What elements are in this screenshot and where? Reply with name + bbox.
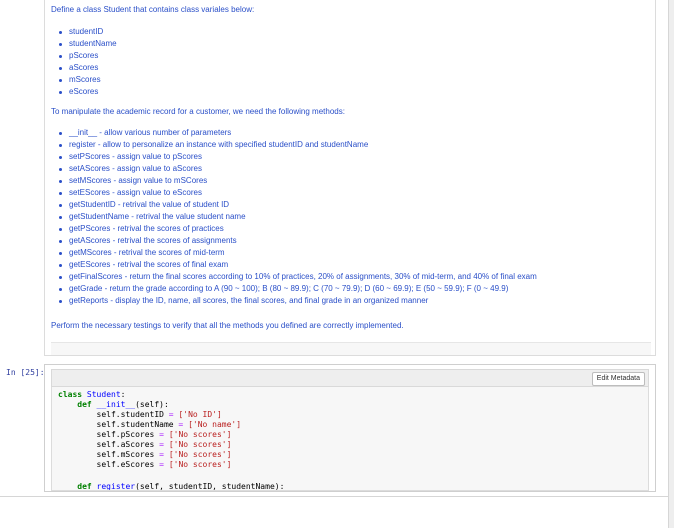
markdown-content: Define a class Student that contains cla… [51, 0, 651, 340]
list-item: mScores [51, 74, 117, 86]
markdown-cell[interactable]: Define a class Student that contains cla… [44, 0, 656, 356]
code-line: class Student: [58, 390, 125, 400]
code-line: def __init__(self): [58, 400, 169, 410]
assign-target: self.studentName [96, 420, 174, 429]
methods-list: __init__ - allow various number of param… [51, 127, 537, 307]
keyword: class [58, 390, 83, 399]
string-literal: ['No scores'] [168, 430, 232, 439]
punctuation: : [120, 390, 126, 399]
string-literal: ['No scores'] [168, 440, 232, 449]
list-item: getGrade - return the grade according to… [51, 283, 537, 295]
list-item: aScores [51, 62, 117, 74]
keyword: def [77, 482, 92, 491]
list-item: register - allow to personalize an insta… [51, 139, 537, 151]
assign-target: self.mScores [96, 450, 155, 459]
list-item: setEScores - assign value to eScores [51, 187, 537, 199]
assign-target: self.pScores [96, 430, 155, 439]
list-item: getAScores - retrival the scores of assi… [51, 235, 537, 247]
methods-intro-text: To manipulate the academic record for a … [51, 107, 345, 116]
assign-target: self.studentID [96, 410, 164, 419]
string-literal: ['No scores'] [168, 460, 232, 469]
operator: = [178, 420, 184, 429]
function-name: __init__ [96, 400, 136, 409]
code-line: self.aScores = ['No scores'] [58, 440, 232, 450]
scrollbar[interactable] [668, 0, 674, 528]
string-literal: ['No scores'] [168, 450, 232, 459]
code-line: self.studentID = ['No ID'] [58, 410, 222, 420]
list-item: getStudentName - retrival the value stud… [51, 211, 537, 223]
list-item: setMScores - assign value to mSCores [51, 175, 537, 187]
list-item: getMScores - retrival the scores of mid-… [51, 247, 537, 259]
list-item: getPScores - retrival the scores of prac… [51, 223, 537, 235]
list-item: getEScores - retrival the scores of fina… [51, 259, 537, 271]
markdown-cell-footer [51, 342, 651, 355]
function-name: register [96, 482, 136, 491]
list-item: getFinalScores - return the final scores… [51, 271, 537, 283]
footer-text: Perform the necessary testings to verify… [51, 321, 404, 330]
input-prompt: In [25]: [6, 368, 45, 377]
notebook-page: Define a class Student that contains cla… [0, 0, 674, 528]
keyword: def [77, 400, 92, 409]
code-cell[interactable]: Edit Metadata class Student: def __init_… [44, 364, 656, 492]
operator: = [159, 430, 164, 439]
function-args: (self, studentID, studentName): [135, 482, 285, 491]
edit-metadata-button[interactable]: Edit Metadata [591, 372, 645, 386]
list-item: studentName [51, 38, 117, 50]
list-item: getStudentID - retrival the value of stu… [51, 199, 537, 211]
variables-list: studentID studentName pScores aScores mS… [51, 26, 117, 98]
function-args: (self): [135, 400, 169, 409]
code-line: self.studentName = ['No name'] [58, 420, 242, 430]
intro-text: Define a class Student that contains cla… [51, 5, 255, 14]
assign-target: self.eScores [96, 460, 155, 469]
list-item: setAScores - assign value to aScores [51, 163, 537, 175]
operator: = [159, 460, 164, 469]
operator: = [159, 440, 164, 449]
class-name: Student [86, 390, 121, 399]
list-item: pScores [51, 50, 117, 62]
string-literal: ['No name'] [188, 420, 242, 429]
assign-target: self.aScores [96, 440, 155, 449]
divider [0, 496, 668, 497]
string-literal: ['No ID'] [178, 410, 222, 419]
code-line: def register(self, studentID, studentNam… [58, 482, 285, 491]
list-item: setPScores - assign value to pScores [51, 151, 537, 163]
list-item: __init__ - allow various number of param… [51, 127, 537, 139]
cell-toolbar: Edit Metadata [51, 369, 649, 387]
list-item: getReports - display the ID, name, all s… [51, 295, 537, 307]
list-item: eScores [51, 86, 117, 98]
operator: = [168, 410, 174, 419]
list-item: studentID [51, 26, 117, 38]
code-line: self.pScores = ['No scores'] [58, 430, 232, 440]
code-line: self.eScores = ['No scores'] [58, 460, 232, 470]
code-editor[interactable]: class Student: def __init__(self): self.… [51, 387, 649, 491]
operator: = [159, 450, 164, 459]
code-line: self.mScores = ['No scores'] [58, 450, 232, 460]
